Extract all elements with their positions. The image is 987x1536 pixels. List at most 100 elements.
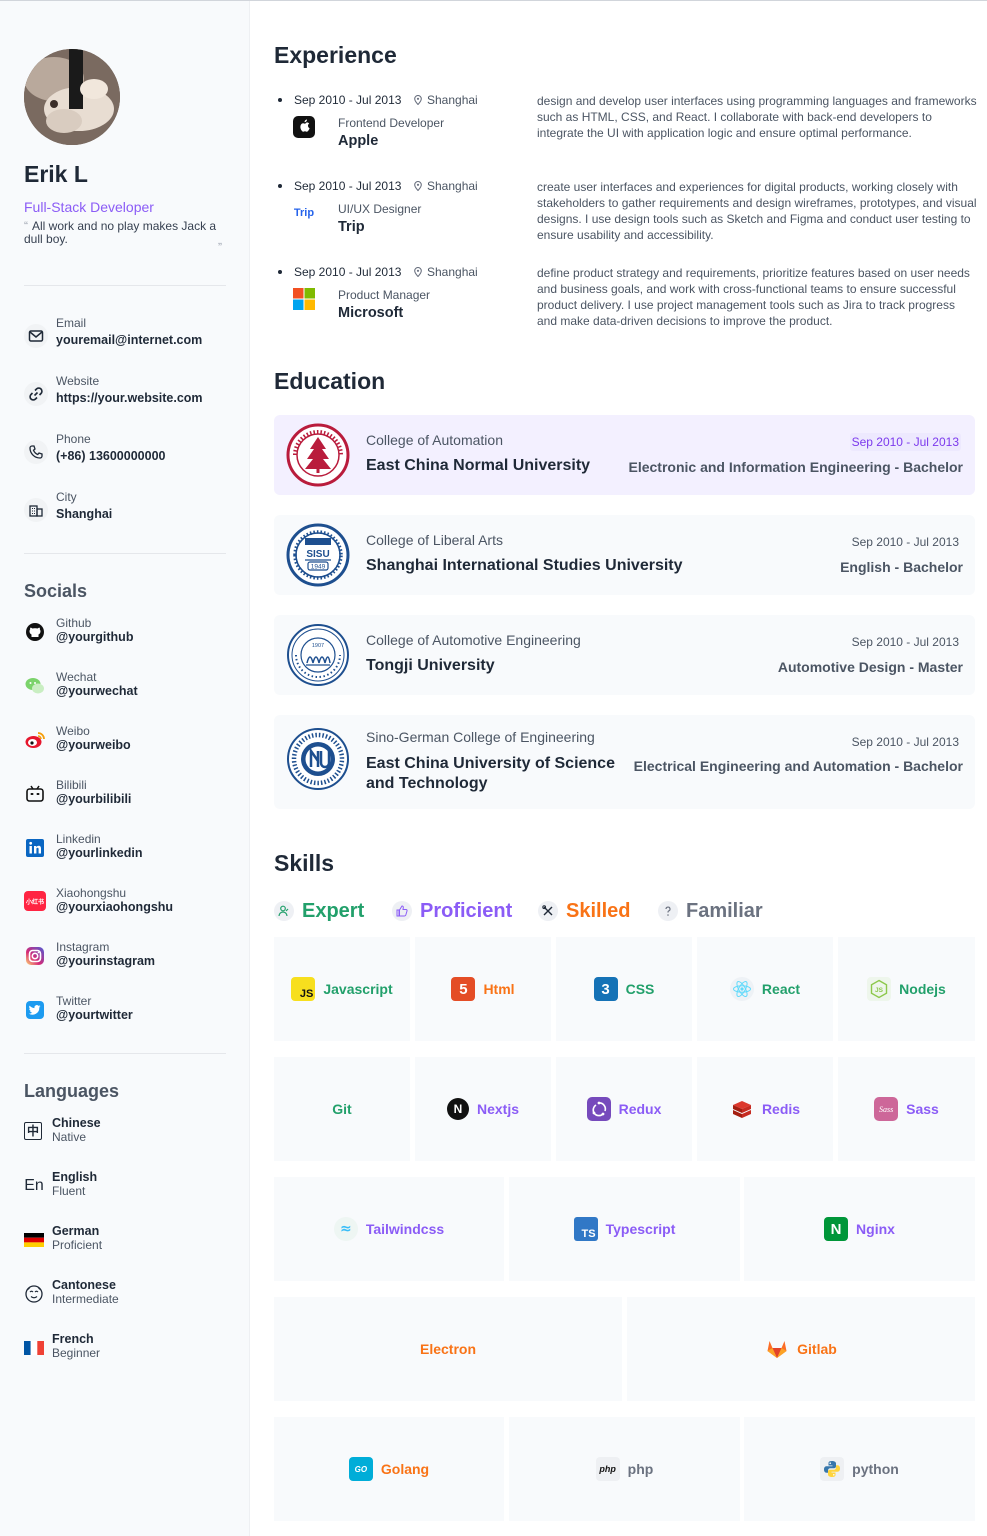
legend-proficient: Proficient xyxy=(392,897,512,925)
skill-name: php xyxy=(627,1461,654,1477)
language-level: Intermediate xyxy=(52,1292,119,1306)
language-level: Fluent xyxy=(52,1184,86,1198)
typescript-glyph: TS xyxy=(581,1228,596,1240)
wechat-icon xyxy=(24,675,46,697)
french-flag-icon xyxy=(24,1338,44,1358)
xiaohongshu-icon: 小红书 xyxy=(24,891,46,911)
social-label: Weibo xyxy=(56,724,90,738)
skill-name: Javascript xyxy=(323,981,393,997)
education-university: Shanghai International Studies Universit… xyxy=(366,557,683,574)
github-icon xyxy=(24,621,46,643)
divider xyxy=(24,285,226,286)
experience-title: Experience xyxy=(274,42,397,68)
contact-email[interactable]: Email youremail@internet.com xyxy=(24,316,234,356)
contact-value[interactable]: youremail@internet.com xyxy=(56,333,202,347)
sidebar: Erik L Full-Stack Developer “All work an… xyxy=(0,1,250,1536)
profile-name: Erik L xyxy=(24,161,88,187)
skill-name: Tailwindcss xyxy=(365,1221,445,1237)
social-instagram[interactable]: Instagram @yourinstagram xyxy=(24,940,234,972)
education-item[interactable]: 1907 College of Automotive Engineering T… xyxy=(274,615,975,695)
experience-location: Shanghai xyxy=(414,93,478,107)
skill-css: 3 CSS xyxy=(556,937,692,1041)
education-item[interactable]: Sino-German College of Engineering East … xyxy=(274,715,975,809)
social-twitter[interactable]: Twitter @yourtwitter xyxy=(24,994,234,1026)
skill-name: Sass xyxy=(906,1101,939,1117)
experience-company: Apple xyxy=(338,133,379,149)
sisu-seal-year: 1949 xyxy=(311,564,326,571)
php-icon: php xyxy=(595,1457,620,1481)
twitter-icon xyxy=(24,999,46,1021)
quote-text: All work and no play makes Jack a dull b… xyxy=(24,219,217,246)
experience-job-title: UI/UX Designer xyxy=(338,202,422,216)
experience-date: Sep 2010 - Jul 2013 xyxy=(294,265,402,279)
experience-job-title: Frontend Developer xyxy=(338,116,445,130)
skill-electron: Electron xyxy=(274,1297,622,1401)
bullet-dot xyxy=(278,98,282,102)
legend-familiar: Familiar xyxy=(658,897,763,925)
social-bilibili[interactable]: Bilibili @yourbilibili xyxy=(24,778,234,810)
sass-glyph: Sass xyxy=(879,1104,894,1114)
contact-value[interactable]: https://your.website.com xyxy=(56,391,203,405)
contact-phone[interactable]: Phone (+86) 13600000000 xyxy=(24,432,234,472)
skill-nodejs: JS Nodejs xyxy=(838,937,975,1041)
contact-label: Phone xyxy=(56,432,91,446)
education-title: Education xyxy=(274,368,386,394)
contact-value[interactable]: (+86) 13600000000 xyxy=(56,449,165,463)
skill-php: php php xyxy=(509,1417,740,1521)
skill-git: Git xyxy=(274,1057,410,1161)
skill-golang: GO Golang xyxy=(274,1417,504,1521)
city-icon xyxy=(24,498,48,522)
language-chinese: 中 Chinese Native xyxy=(24,1116,234,1148)
skill-name: Gitlab xyxy=(797,1341,837,1357)
experience-description: define product strategy and requirements… xyxy=(537,266,970,328)
nginx-glyph: N xyxy=(830,1220,842,1238)
social-label: Bilibili xyxy=(56,778,87,792)
education-college: Sino-German College of Engineering xyxy=(366,729,595,745)
redux-icon xyxy=(586,1097,611,1121)
social-handle[interactable]: @yourtwitter xyxy=(56,1008,133,1022)
social-weibo[interactable]: Weibo @yourweibo xyxy=(24,724,234,756)
contact-label: Website xyxy=(56,374,100,388)
css3-glyph: 3 xyxy=(601,980,610,998)
tailwind-glyph: ≈ xyxy=(339,1221,352,1237)
experience-item: Sep 2010 - Jul 2013 Shanghai Frontend De… xyxy=(274,93,980,173)
tongji-seal-year: 1907 xyxy=(312,643,324,649)
weibo-icon xyxy=(24,729,46,751)
legend-label: Skilled xyxy=(566,899,631,922)
contact-website[interactable]: Website https://your.website.com xyxy=(24,374,234,414)
contact-label: Email xyxy=(56,316,87,330)
social-handle[interactable]: @yourbilibili xyxy=(56,792,131,806)
social-handle[interactable]: @yourinstagram xyxy=(56,954,155,968)
education-college: College of Automation xyxy=(366,432,503,448)
skill-name: Nginx xyxy=(856,1221,895,1237)
skill-name: python xyxy=(852,1461,899,1477)
social-handle[interactable]: @yourgithub xyxy=(56,630,133,644)
socials-title: Socials xyxy=(24,581,88,601)
social-label: Linkedin xyxy=(56,832,101,846)
contact-city: City Shanghai xyxy=(24,490,234,530)
social-label: Twitter xyxy=(56,994,92,1008)
bilibili-icon xyxy=(24,783,46,805)
skill-name: React xyxy=(761,981,801,997)
javascript-icon: JS xyxy=(291,977,316,1001)
skill-nginx: N Nginx xyxy=(744,1177,975,1281)
education-date: Sep 2010 - Jul 2013 xyxy=(849,433,961,451)
skill-name: Nextjs xyxy=(476,1101,520,1117)
education-item[interactable]: College of Automation East China Normal … xyxy=(274,415,975,495)
skill-tailwindcss: ≈ Tailwindcss xyxy=(274,1177,504,1281)
social-linkedin[interactable]: Linkedin @yourlinkedin xyxy=(24,832,234,864)
map-pin-icon xyxy=(414,181,422,191)
html5-icon: 5 xyxy=(451,977,476,1001)
social-handle[interactable]: @yourxiaohongshu xyxy=(56,900,173,914)
social-handle[interactable]: @yourwechat xyxy=(56,684,138,698)
social-wechat[interactable]: Wechat @yourwechat xyxy=(24,670,234,702)
social-github[interactable]: Github @yourgithub xyxy=(24,616,234,648)
xiaohongshu-glyph: 小红书 xyxy=(25,898,44,906)
social-handle[interactable]: @yourlinkedin xyxy=(56,846,143,860)
social-xiaohongshu[interactable]: 小红书 Xiaohongshu @yourxiaohongshu xyxy=(24,886,234,918)
social-handle[interactable]: @yourweibo xyxy=(56,738,131,752)
close-quote-icon: „ xyxy=(218,233,222,247)
experience-date: Sep 2010 - Jul 2013 xyxy=(294,179,402,193)
profile-role: Full-Stack Developer xyxy=(24,199,154,215)
education-item[interactable]: SISU 1949 College of Liberal Arts Shangh… xyxy=(274,515,975,595)
